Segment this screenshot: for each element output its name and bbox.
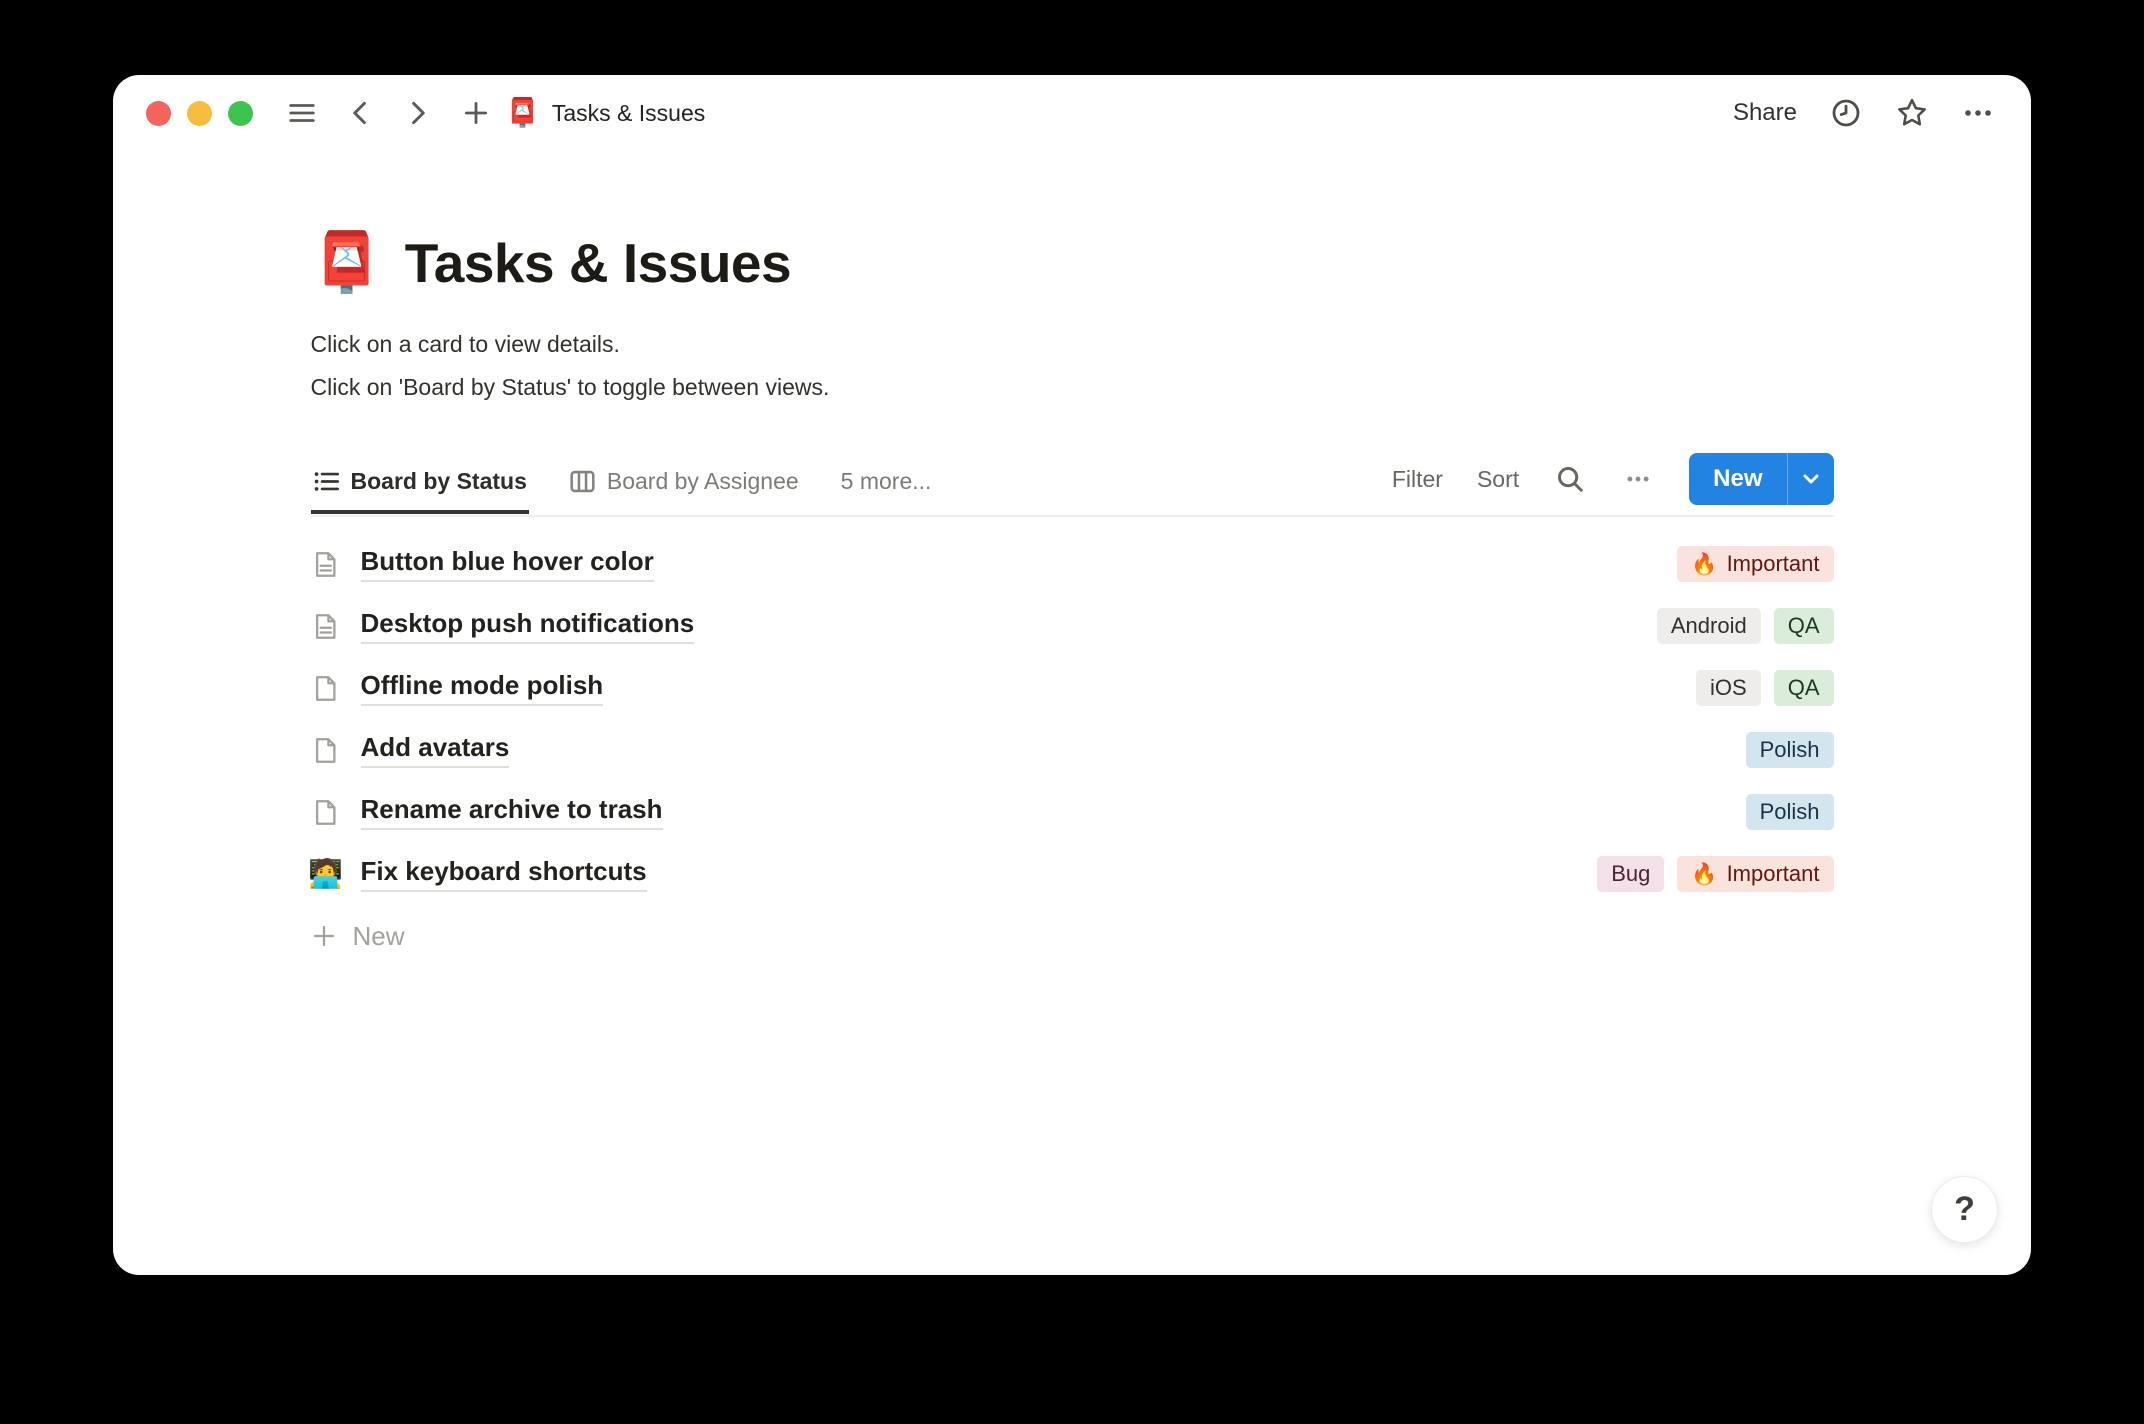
technologist-emoji-icon: 🧑‍💻 (308, 858, 343, 889)
page-emoji-icon[interactable]: 📮 (311, 234, 383, 292)
view-tab-label: Board by Assignee (606, 468, 799, 494)
tag-label: Important (1726, 551, 1820, 576)
description-line: Click on a card to view details. (310, 331, 620, 357)
page-blank-icon (311, 736, 340, 765)
task-row[interactable]: Offline mode polish iOS QA (311, 657, 1834, 719)
breadcrumb-title: Tasks & Issues (551, 99, 706, 126)
add-new-row-button[interactable]: New (311, 905, 1834, 967)
star-icon (1896, 97, 1928, 129)
task-title[interactable]: Add avatars (360, 732, 510, 768)
list-view-icon (313, 468, 340, 495)
tag-badge: QA (1773, 608, 1834, 644)
task-rows: Button blue hover color 🔥 Important Desk… (308, 533, 1834, 905)
chevron-right-icon (404, 99, 432, 127)
tag-label: Polish (1759, 737, 1820, 762)
task-tags: Polish (1745, 794, 1834, 830)
forward-button[interactable] (401, 96, 435, 130)
view-tab[interactable]: Board by Status (310, 456, 529, 514)
task-title[interactable]: Desktop push notifications (360, 608, 695, 644)
search-icon (1555, 464, 1585, 494)
tag-label: Bug (1611, 861, 1651, 886)
tag-badge: QA (1773, 670, 1834, 706)
plus-icon (462, 99, 490, 127)
search-button[interactable] (1553, 462, 1587, 496)
description-line: Click on 'Board by Status' to toggle bet… (310, 374, 830, 400)
view-toolbar: Board by Status Board by Assignee 5 more… (310, 453, 1834, 517)
favorite-button[interactable] (1895, 96, 1929, 130)
tag-badge: 🔥 Important (1677, 546, 1834, 582)
task-tags: iOS QA (1696, 670, 1834, 706)
tag-label: iOS (1710, 675, 1747, 700)
add-new-row-label: New (352, 920, 405, 951)
tag-badge: 🔥 Important (1677, 856, 1834, 892)
sidebar-menu-button[interactable] (285, 96, 319, 130)
task-row[interactable]: Button blue hover color 🔥 Important (311, 533, 1834, 595)
view-tab-label: Board by Status (350, 468, 527, 494)
fire-emoji-icon: 🔥 (1691, 862, 1718, 886)
new-page-button[interactable] (459, 96, 493, 130)
titlebar: 📮 Tasks & Issues Share (113, 75, 2031, 151)
ellipsis-icon (1962, 97, 1994, 129)
tag-badge: Polish (1745, 732, 1834, 768)
task-title[interactable]: Rename archive to trash (360, 794, 663, 830)
new-entry-label[interactable]: New (1689, 453, 1786, 505)
page-blank-icon (311, 798, 340, 827)
fire-emoji-icon: 🔥 (1691, 552, 1718, 576)
postbox-emoji-icon: 📮 (505, 97, 540, 128)
page-title: Tasks & Issues (404, 232, 792, 294)
board-view-icon (569, 468, 596, 495)
tag-label: QA (1787, 675, 1820, 700)
chevron-left-icon (346, 99, 374, 127)
task-tags: 🔥 Important (1677, 546, 1834, 582)
page-document-icon (311, 612, 340, 641)
tag-badge: Android (1656, 608, 1761, 644)
question-mark-label: ? (1954, 1190, 1975, 1228)
share-button[interactable]: Share (1733, 99, 1797, 127)
tag-label: QA (1787, 613, 1820, 638)
task-row[interactable]: Desktop push notifications Android QA (311, 595, 1834, 657)
help-button[interactable]: ? (1931, 1176, 1998, 1243)
zoom-window-button[interactable] (228, 100, 253, 126)
back-button[interactable] (343, 96, 377, 130)
task-title[interactable]: Fix keyboard shortcuts (360, 856, 647, 892)
plus-icon (311, 923, 337, 949)
page-description: Click on a card to view details. Click o… (311, 323, 1834, 409)
task-row[interactable]: 🧑‍💻 Fix keyboard shortcuts Bug 🔥 Importa… (308, 843, 1834, 905)
close-window-button[interactable] (146, 100, 171, 126)
view-tab-label: 5 more... (840, 468, 932, 494)
app-window: 📮 Tasks & Issues Share 📮 Tasks & Issues … (113, 75, 2031, 1275)
tag-label: Important (1726, 861, 1820, 886)
task-row[interactable]: Rename archive to trash Polish (311, 781, 1834, 843)
view-tab[interactable]: Board by Assignee (567, 456, 801, 514)
history-button[interactable] (1829, 96, 1863, 130)
view-tabs: Board by Status Board by Assignee 5 more… (310, 456, 934, 514)
clock-icon (1830, 97, 1862, 129)
new-entry-dropdown-button[interactable] (1788, 453, 1834, 505)
tag-badge: Bug (1597, 856, 1665, 892)
new-entry-button[interactable]: New (1689, 453, 1834, 505)
window-controls (146, 100, 253, 126)
ellipsis-icon (1625, 466, 1651, 492)
page-blank-icon (311, 674, 340, 703)
tag-badge: iOS (1696, 670, 1761, 706)
tag-badge: Polish (1745, 794, 1834, 830)
task-row[interactable]: Add avatars Polish (311, 719, 1834, 781)
minimize-window-button[interactable] (187, 100, 212, 126)
task-title[interactable]: Button blue hover color (360, 546, 654, 582)
chevron-down-icon (1799, 467, 1823, 491)
filter-button[interactable]: Filter (1392, 466, 1443, 493)
page-document-icon (311, 550, 340, 579)
more-options-button[interactable] (1961, 96, 1995, 130)
task-tags: Polish (1745, 732, 1834, 768)
hamburger-icon (287, 98, 317, 128)
tag-label: Android (1670, 613, 1747, 638)
sort-button[interactable]: Sort (1477, 466, 1519, 493)
view-tab[interactable]: 5 more... (839, 456, 934, 514)
task-tags: Android QA (1656, 608, 1834, 644)
task-tags: Bug 🔥 Important (1597, 856, 1834, 892)
view-options-button[interactable] (1621, 462, 1655, 496)
tag-label: Polish (1759, 799, 1820, 824)
breadcrumb[interactable]: 📮 Tasks & Issues (505, 99, 705, 127)
task-title[interactable]: Offline mode polish (360, 670, 604, 706)
